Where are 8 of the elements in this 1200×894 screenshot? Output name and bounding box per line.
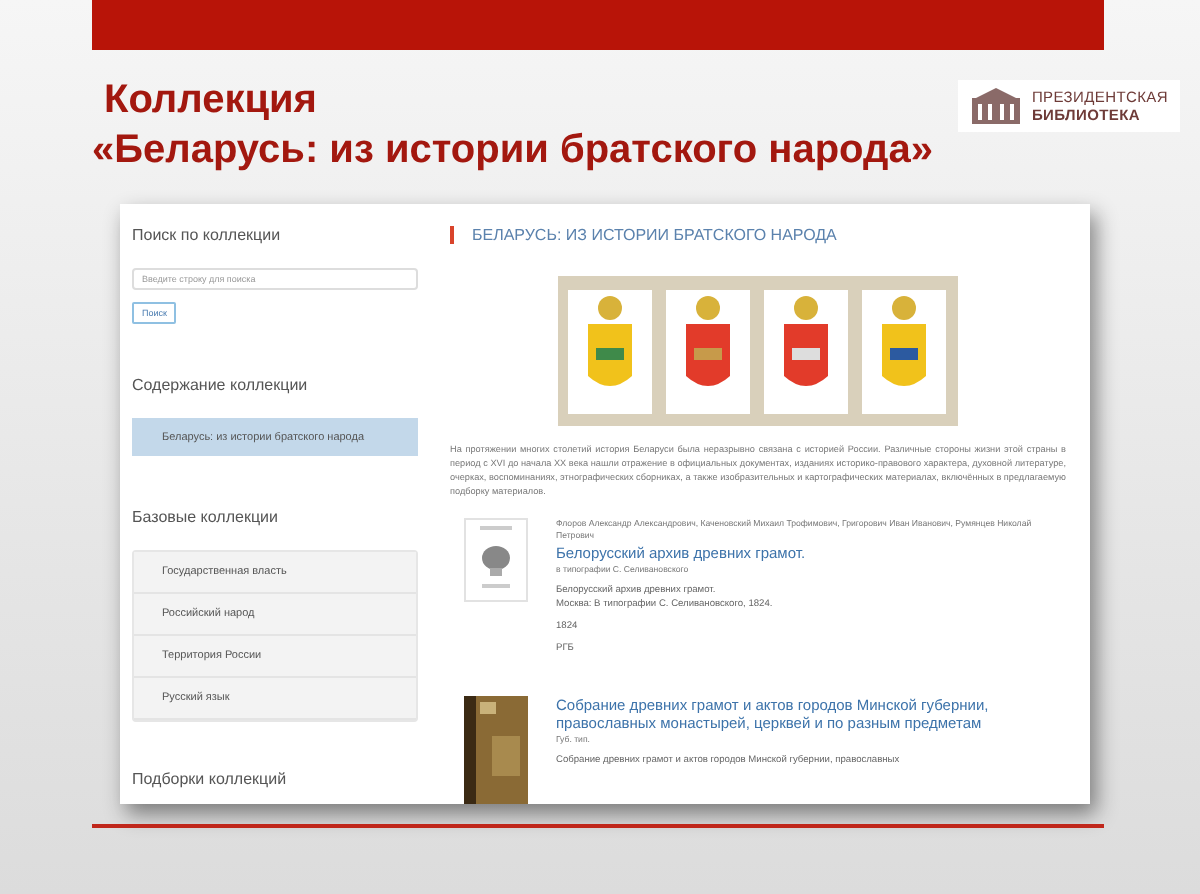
sidebar-heading: Базовые коллекции bbox=[132, 508, 280, 526]
slide-title: Коллекция bbox=[102, 76, 319, 126]
sidebar-heading: Подборки коллекций bbox=[132, 770, 289, 788]
building-icon bbox=[969, 86, 1022, 126]
sidebar-heading: Поиск по коллекции bbox=[132, 226, 283, 244]
page-heading: БЕЛАРУСЬ: ИЗ ИСТОРИИ БРАТСКОГО НАРОДА bbox=[450, 226, 1066, 244]
slide-title: «Беларусь: из истории братского народа» bbox=[92, 126, 933, 176]
sidebar-heading: Содержание коллекции bbox=[132, 376, 310, 394]
